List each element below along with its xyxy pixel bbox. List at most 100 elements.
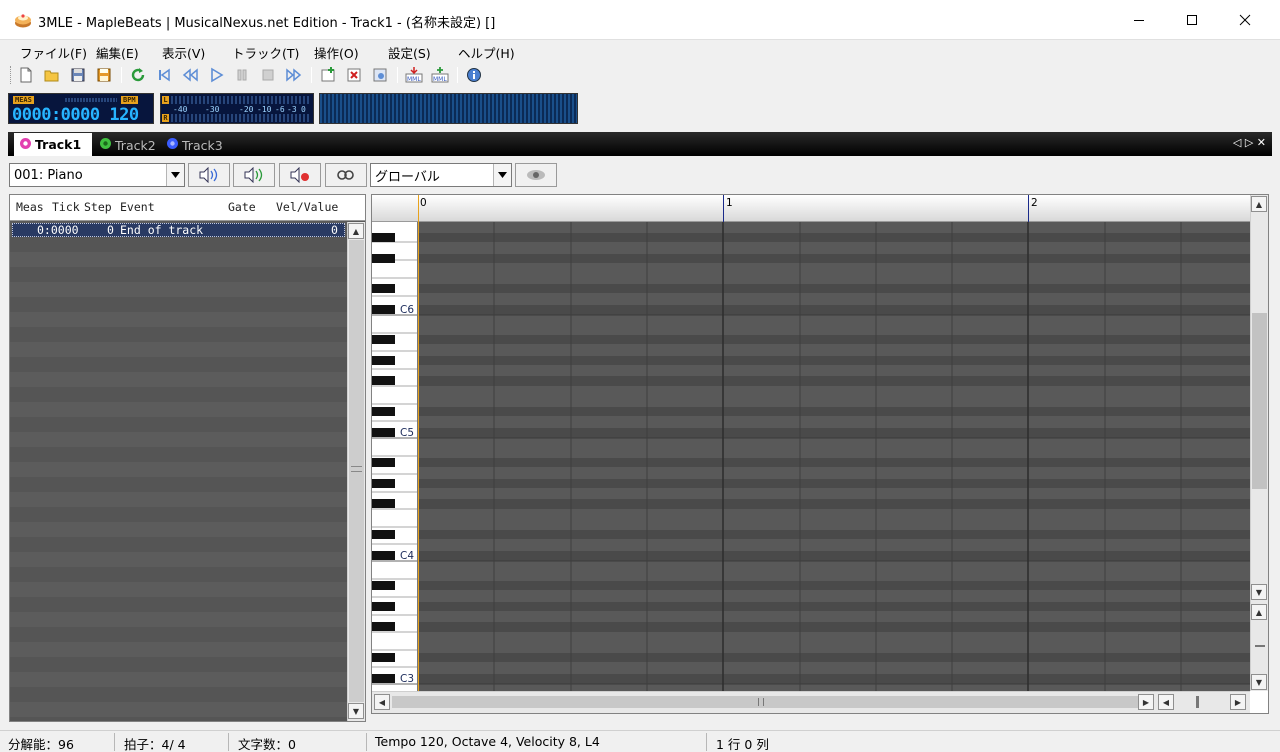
keyboard-monitor xyxy=(319,93,578,124)
chevron-down-icon[interactable] xyxy=(493,164,511,186)
note-grid[interactable] xyxy=(418,222,1250,691)
zoom-in-h-icon[interactable]: ▶ xyxy=(1230,694,1246,710)
tab-label: Track2 xyxy=(115,137,156,153)
record-button[interactable] xyxy=(279,163,321,187)
fast-forward-icon xyxy=(286,68,302,82)
delete-track-button[interactable] xyxy=(344,65,364,85)
status-bar: 分解能：96 拍子：4/ 4 文字数：0 Tempo 120, Octave 4… xyxy=(0,730,1280,752)
table-row[interactable]: 0:0000 0 End of track 0 xyxy=(12,223,345,237)
col-tick[interactable]: Tick xyxy=(52,200,80,214)
tab-label: Track3 xyxy=(182,137,223,153)
zoom-out-v-icon[interactable]: ▼ xyxy=(1251,674,1267,690)
scroll-thumb[interactable] xyxy=(392,696,1138,708)
col-event[interactable]: Event xyxy=(120,200,155,214)
reload-button[interactable] xyxy=(128,65,148,85)
menu-operation[interactable]: 操作(O) xyxy=(314,43,359,62)
save-as-button[interactable] xyxy=(94,65,114,85)
rewind-icon xyxy=(182,68,198,82)
scroll-up-icon[interactable]: ▲ xyxy=(1251,196,1267,212)
instrument-select[interactable]: 001: Piano xyxy=(9,163,185,187)
mute-button[interactable] xyxy=(188,163,230,187)
toolbar-grip[interactable] xyxy=(10,66,12,84)
scroll-left-icon[interactable]: ◀ xyxy=(374,694,390,710)
level-right-label: R xyxy=(162,114,169,122)
menu-help[interactable]: ヘルプ(H) xyxy=(458,43,515,62)
status-cursor: 1 行 0 列 xyxy=(716,737,769,752)
save-icon xyxy=(71,68,85,82)
pause-icon xyxy=(237,69,247,81)
col-vel-value[interactable]: Vel/Value xyxy=(276,200,338,214)
level-left-bar xyxy=(171,96,311,104)
tab-right-icon[interactable]: ▷ xyxy=(1245,136,1253,149)
scroll-right-icon[interactable]: ▶ xyxy=(1138,694,1154,710)
track-controls: 001: Piano グローバル xyxy=(8,162,1272,190)
menu-track[interactable]: トラック(T) xyxy=(232,43,299,62)
info-button[interactable] xyxy=(464,65,484,85)
col-step[interactable]: Step xyxy=(84,200,112,214)
close-button[interactable] xyxy=(1218,0,1272,40)
tab-track3[interactable]: Track3 xyxy=(161,134,227,156)
maximize-button[interactable] xyxy=(1165,0,1219,40)
eye-icon xyxy=(527,170,545,180)
tab-close-icon[interactable]: ✕ xyxy=(1257,136,1266,149)
scroll-up-icon[interactable]: ▲ xyxy=(348,223,364,239)
level-left-label: L xyxy=(162,96,169,104)
zoom-v-thumb[interactable] xyxy=(1255,645,1265,647)
menu-edit[interactable]: 編集(E) xyxy=(96,43,139,62)
piano-roll-hscroll[interactable]: ◀ ▶ ◀ ▶ xyxy=(372,691,1250,713)
octave-label: C6 xyxy=(400,304,415,316)
menu-bar: ファイル(F) 編集(E) 表示(V) トラック(T) 操作(O) 設定(S) … xyxy=(0,40,1280,62)
measure-label: 0 xyxy=(420,197,427,209)
add-track-button[interactable] xyxy=(318,65,338,85)
level-tick: -10 xyxy=(257,105,272,114)
piano-roll-vscroll[interactable]: ▲ ▼ ▲ ▼ xyxy=(1250,195,1268,691)
chevron-down-icon[interactable] xyxy=(166,164,184,186)
solo-button[interactable] xyxy=(233,163,275,187)
note-grid-lines xyxy=(418,222,1250,691)
pause-button[interactable] xyxy=(232,65,252,85)
menu-view[interactable]: 表示(V) xyxy=(162,43,205,62)
mml-add-button[interactable]: MML xyxy=(430,65,450,85)
skip-start-button[interactable] xyxy=(154,65,174,85)
event-rows: 0:0000 0 End of track 0 xyxy=(10,222,347,721)
col-meas[interactable]: Meas xyxy=(16,200,44,214)
menu-settings[interactable]: 設定(S) xyxy=(388,43,431,62)
zoom-in-v-icon[interactable]: ▲ xyxy=(1251,604,1267,620)
position-display: MEAS BPM 0000:0000 120 xyxy=(8,93,154,124)
piano-keyboard[interactable]: C6 C5 C4 C3 xyxy=(372,222,418,691)
tab-left-icon[interactable]: ◁ xyxy=(1233,136,1241,149)
tab-track1[interactable]: Track1 xyxy=(14,133,92,156)
scroll-thumb[interactable] xyxy=(349,240,364,702)
rewind-button[interactable] xyxy=(180,65,200,85)
scroll-down-icon[interactable]: ▼ xyxy=(348,703,364,719)
track-settings-button[interactable] xyxy=(370,65,390,85)
value-cell: 0 xyxy=(331,223,338,237)
save-button[interactable] xyxy=(68,65,88,85)
scope-value: グローバル xyxy=(375,169,440,185)
play-icon xyxy=(211,67,224,83)
mml-import-button[interactable]: MML xyxy=(404,65,424,85)
link-button[interactable] xyxy=(325,163,367,187)
measure-ruler[interactable]: 0 1 2 xyxy=(372,195,1250,222)
minimize-button[interactable] xyxy=(1112,0,1166,40)
play-button[interactable] xyxy=(206,65,226,85)
zoom-out-h-icon[interactable]: ◀ xyxy=(1158,694,1174,710)
stop-button[interactable] xyxy=(258,65,278,85)
new-file-button[interactable] xyxy=(16,65,36,85)
event-list-scrollbar[interactable]: ▲ ▼ xyxy=(347,222,365,721)
svg-text:MML: MML xyxy=(433,76,447,83)
fast-forward-button[interactable] xyxy=(284,65,304,85)
menu-file[interactable]: ファイル(F) xyxy=(20,43,87,62)
tab-track2[interactable]: Track2 xyxy=(94,134,160,156)
flower-icon xyxy=(99,137,112,153)
scope-select[interactable]: グローバル xyxy=(370,163,512,187)
open-folder-icon xyxy=(44,70,59,82)
view-toggle-button[interactable] xyxy=(515,163,557,187)
col-gate[interactable]: Gate xyxy=(228,200,256,214)
measure-label: 2 xyxy=(1031,197,1038,209)
scroll-down-icon[interactable]: ▼ xyxy=(1251,584,1267,600)
svg-text:MML: MML xyxy=(407,76,421,83)
zoom-h-thumb[interactable] xyxy=(1196,696,1199,708)
open-button[interactable] xyxy=(42,65,62,85)
scroll-thumb[interactable] xyxy=(1252,313,1267,489)
